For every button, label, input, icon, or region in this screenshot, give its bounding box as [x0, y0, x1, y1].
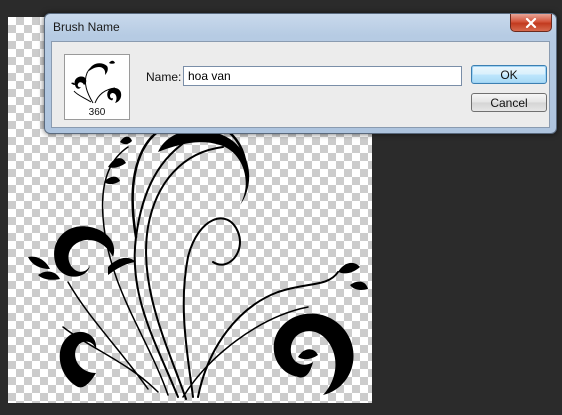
ok-button[interactable]: OK — [471, 65, 547, 84]
brush-size-label: 360 — [88, 107, 106, 118]
brush-preview: 360 — [64, 54, 130, 120]
dialog-title: Brush Name — [53, 20, 120, 34]
brush-thumbnail-icon — [71, 60, 122, 104]
close-button[interactable] — [510, 14, 552, 32]
brush-name-dialog: Brush Name 360 Name: hoa van OK Cancel — [44, 13, 557, 134]
name-label: Name: — [146, 70, 182, 84]
dialog-body: 360 Name: OK Cancel — [51, 41, 550, 128]
cancel-button[interactable]: Cancel — [471, 93, 547, 112]
close-icon — [525, 17, 537, 28]
brush-name-input[interactable] — [183, 66, 462, 86]
